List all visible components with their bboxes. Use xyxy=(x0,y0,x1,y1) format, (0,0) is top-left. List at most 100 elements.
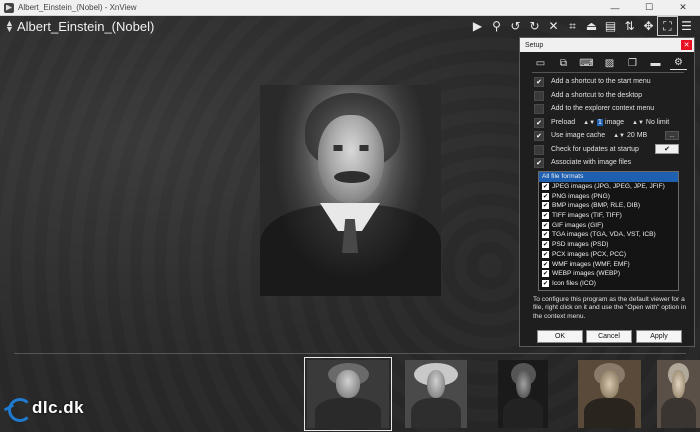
cache-spinner-icon[interactable]: ▲▼ xyxy=(613,133,625,139)
menu-icon[interactable]: ☰ xyxy=(677,17,696,35)
format-item[interactable]: ✔ WEBP images (WEBP) xyxy=(539,269,678,279)
format-checkbox[interactable]: ✔ xyxy=(542,270,549,278)
fullscreen-icon[interactable]: ⛶ xyxy=(657,16,678,36)
format-item[interactable]: ✔ TIFF images (TIF, TIFF) xyxy=(539,211,678,221)
format-checkbox[interactable]: ✔ xyxy=(542,241,549,249)
window-title: Albert_Einstein_(Nobel) - XnView xyxy=(18,3,137,12)
option-desktop[interactable]: Add a shortcut to the desktop xyxy=(534,90,642,101)
apply-button[interactable]: Apply xyxy=(636,330,682,343)
minimize-button[interactable]: — xyxy=(598,0,632,16)
format-checkbox[interactable]: ✔ xyxy=(542,279,549,287)
format-label: All file formats xyxy=(542,173,584,181)
rotate-right-icon[interactable]: ↻ xyxy=(525,17,544,35)
option-context-menu[interactable]: Add to the explorer context menu xyxy=(534,103,654,114)
maximize-button[interactable]: ☐ xyxy=(632,0,666,16)
start-menu-label: Add a shortcut to the start menu xyxy=(551,78,651,85)
associate-checkbox[interactable]: ✔ xyxy=(534,157,544,168)
ok-button[interactable]: OK xyxy=(537,330,583,343)
option-start-menu[interactable]: ✔ Add a shortcut to the start menu xyxy=(534,76,651,87)
format-label: Cursor files (CUR, ANI) xyxy=(552,290,620,291)
format-checkbox[interactable]: ✔ xyxy=(542,221,549,229)
updates-checkbox[interactable] xyxy=(534,144,544,155)
format-item[interactable]: ✔ PCX images (PCX, PCC) xyxy=(539,250,678,260)
option-image-cache[interactable]: ✔ Use image cache ▲▼ 20 MB xyxy=(534,130,647,141)
format-checkbox[interactable]: ✔ xyxy=(542,192,549,200)
preload-label: Preload xyxy=(551,119,576,126)
tab-browse-icon[interactable]: ⧉ xyxy=(555,56,572,70)
photo-moustache xyxy=(334,171,370,183)
thumbnail-body xyxy=(411,398,461,428)
desktop-checkbox[interactable] xyxy=(534,90,544,101)
format-item[interactable]: ✔ PNG images (PNG) xyxy=(539,191,678,201)
format-item[interactable]: All file formats xyxy=(539,172,678,182)
rotate-left-icon[interactable]: ↺ xyxy=(506,17,525,35)
thumbnail-5[interactable] xyxy=(657,360,700,428)
tab-settings-icon[interactable]: ⚙ xyxy=(670,56,687,70)
format-label: JPEG images (JPG, JPEG, JPE, JFIF) xyxy=(552,183,665,191)
check-updates-button[interactable]: ✔ xyxy=(655,144,679,154)
zoom-icon[interactable]: ⚲ xyxy=(487,17,506,35)
thumbnail-3[interactable] xyxy=(498,360,548,428)
format-item[interactable]: ✔ BMP images (BMP, RLE, DIB) xyxy=(539,201,678,211)
tab-folder-icon[interactable]: ▬ xyxy=(647,56,664,70)
option-associate[interactable]: ✔ Associate with image files xyxy=(534,157,631,168)
play-icon[interactable]: ▶ xyxy=(468,17,487,35)
save-icon[interactable]: ⏏ xyxy=(582,17,601,35)
limit-spinner-icon[interactable]: ▲▼ xyxy=(632,120,644,126)
format-checkbox[interactable]: ✔ xyxy=(542,202,549,210)
info-icon[interactable]: ▤ xyxy=(601,17,620,35)
format-checkbox[interactable]: ✔ xyxy=(542,231,549,239)
tab-divider xyxy=(532,72,684,73)
context-menu-checkbox[interactable] xyxy=(534,103,544,114)
format-label: TGA images (TGA, VDA, VST, ICB) xyxy=(552,231,656,239)
window-titlebar: Albert_Einstein_(Nobel) - XnView — ☐ ✕ xyxy=(0,0,700,16)
window-close-button[interactable]: ✕ xyxy=(666,0,700,16)
format-label: BMP images (BMP, RLE, DIB) xyxy=(552,202,641,210)
thumbnail-1[interactable] xyxy=(304,357,392,431)
preload-checkbox[interactable]: ✔ xyxy=(534,117,544,128)
format-checkbox[interactable]: ✔ xyxy=(542,250,549,258)
start-menu-checkbox[interactable]: ✔ xyxy=(534,76,544,87)
format-label: WMF images (WMF, EMF) xyxy=(552,260,630,268)
format-checkbox[interactable]: ✔ xyxy=(542,289,549,290)
context-menu-label: Add to the explorer context menu xyxy=(551,105,655,112)
format-item[interactable]: ✔ TGA images (TGA, VDA, VST, ICB) xyxy=(539,230,678,240)
format-item[interactable]: ✔ WMF images (WMF, EMF) xyxy=(539,259,678,269)
tab-image-icon[interactable]: ▨ xyxy=(601,56,618,70)
crop-icon[interactable]: ⌗ xyxy=(563,17,582,35)
thumbnail-2[interactable] xyxy=(405,360,467,428)
format-item[interactable]: ✔ Icon files (ICO) xyxy=(539,279,678,289)
main-photo[interactable] xyxy=(260,85,441,296)
cache-value[interactable]: 20 MB xyxy=(627,132,647,139)
thumbnail-4[interactable] xyxy=(578,360,641,428)
cache-browse-button[interactable]: ... xyxy=(665,131,679,140)
cancel-button[interactable]: Cancel xyxy=(586,330,632,343)
compare-icon[interactable]: ⇅ xyxy=(620,17,639,35)
image-cache-checkbox[interactable]: ✔ xyxy=(534,130,544,141)
format-label: PSD images (PSD) xyxy=(552,241,609,249)
preload-value[interactable]: 1 xyxy=(597,119,603,126)
format-item[interactable]: ✔Cursor files (CUR, ANI) xyxy=(539,288,678,291)
format-item[interactable]: ✔ GIF images (GIF) xyxy=(539,220,678,230)
tab-display-icon[interactable]: ▭ xyxy=(532,56,549,70)
desktop-label: Add a shortcut to the desktop xyxy=(551,92,643,99)
dialog-close-button[interactable]: ✕ xyxy=(681,40,692,50)
photo-face xyxy=(318,115,384,203)
tab-keyboard-icon[interactable]: ⌨ xyxy=(578,56,595,70)
preload-spinner-icon[interactable]: ▲▼ xyxy=(583,120,595,126)
thumbnail-face xyxy=(672,369,685,399)
tab-windows-icon[interactable]: ❐ xyxy=(624,56,641,70)
move-icon[interactable]: ✥ xyxy=(639,17,658,35)
format-checkbox[interactable]: ✔ xyxy=(542,212,549,220)
preload-limit[interactable]: No limit xyxy=(646,119,669,126)
format-checkbox[interactable]: ✔ xyxy=(542,183,549,191)
option-updates[interactable]: Check for updates at startup xyxy=(534,144,639,155)
option-preload[interactable]: ✔ Preload ▲▼ 1 image ▲▼ No limit xyxy=(534,117,669,128)
format-checkbox[interactable]: ✔ xyxy=(542,260,549,268)
format-item[interactable]: ✔ JPEG images (JPG, JPEG, JPE, JFIF) xyxy=(539,182,678,192)
sort-arrows-icon[interactable]: ▲ ▼ xyxy=(5,19,15,34)
dialog-tabs: ▭ ⧉ ⌨ ▨ ❐ ▬ ⚙ xyxy=(520,54,694,72)
close-image-icon[interactable]: ✕ xyxy=(544,17,563,35)
format-item[interactable]: ✔ PSD images (PSD) xyxy=(539,240,678,250)
file-formats-list[interactable]: All file formats ✔ JPEG images (JPG, JPEG,… xyxy=(538,171,679,291)
